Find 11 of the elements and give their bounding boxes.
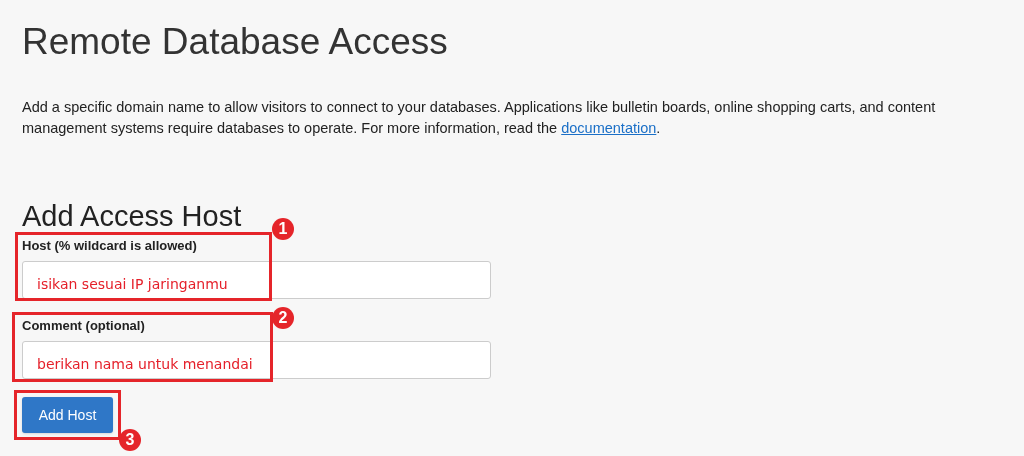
intro-paragraph: Add a specific domain name to allow visitors to connect to your databases. Applications like bulletin boards, online shopping carts, and content management systems require databases to operate. For more information, read the documentation. [22, 98, 937, 138]
add-host-button[interactable]: Add Host [22, 397, 113, 433]
number-badge: 2 [272, 307, 294, 329]
number-badge: 3 [119, 429, 141, 451]
section-heading: Add Access Host [22, 199, 242, 233]
field-label: Host (% wildcard is allowed) [22, 237, 197, 255]
number-badge: 1 [272, 218, 294, 240]
page-title: Remote Database Access [22, 20, 449, 64]
input-field[interactable]: isikan sesuai IP jaringanmu [22, 261, 491, 299]
field-label: Comment (optional) [22, 317, 145, 335]
input-field[interactable]: berikan nama untuk menandai [22, 341, 491, 379]
